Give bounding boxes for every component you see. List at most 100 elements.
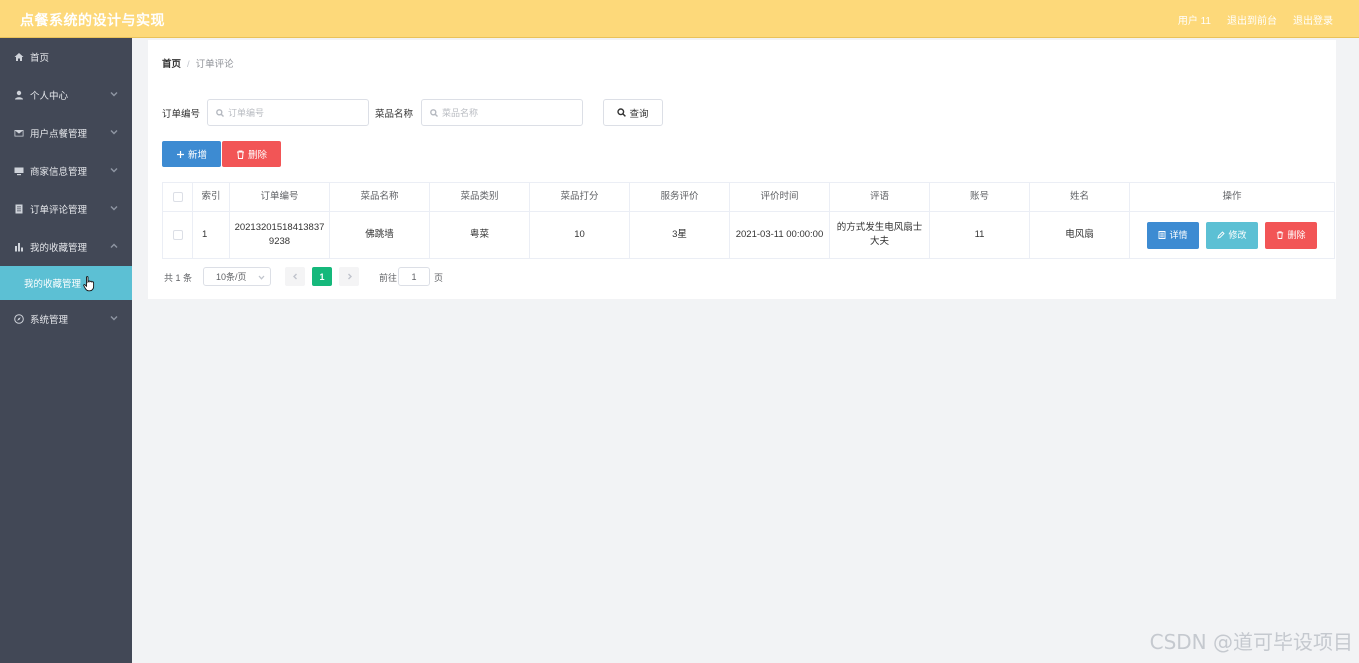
- comment-cell: 的方式发生电风扇士大夫: [830, 212, 930, 258]
- mail-icon: [13, 128, 24, 139]
- back-to-frontend-link[interactable]: 退出到前台: [1227, 12, 1277, 27]
- app-title: 点餐系统的设计与实现: [20, 12, 165, 28]
- compass-icon: [13, 314, 24, 325]
- goto-label: 前往: [379, 273, 398, 283]
- document-icon: [1159, 231, 1166, 239]
- sidebar-subitem-my-favorites[interactable]: 我的收藏管理: [0, 266, 132, 300]
- logout-link[interactable]: 退出登录: [1293, 12, 1333, 27]
- breadcrumb: 首页 / 订单评论: [162, 56, 234, 70]
- sidebar-item-label: 订单评论管理: [30, 205, 88, 216]
- sidebar-item-order-reviews[interactable]: 订单评论管理: [0, 190, 132, 228]
- dish-name-label: 菜品名称: [375, 109, 414, 120]
- delete-button-label: 删除: [1287, 230, 1306, 240]
- chevron-right-icon: [347, 273, 352, 280]
- row-checkbox[interactable]: [172, 230, 183, 240]
- sidebar: 首页 个人中心 用户点餐管理 商家信息管理 订单评论管理 我的收藏管理 我的收藏…: [0, 38, 132, 663]
- next-page-button[interactable]: [339, 267, 359, 286]
- watermark: CSDN @道可毕设项目: [1149, 630, 1353, 654]
- sidebar-item-label: 个人中心: [30, 91, 69, 102]
- chevron-up-icon: [110, 242, 118, 250]
- page-number-current[interactable]: 1: [312, 267, 332, 286]
- page-size-value: 10条/页: [216, 272, 247, 282]
- name-cell: 电风扇: [1030, 212, 1130, 258]
- table-header: 索引 订单编号 菜品名称 菜品类别 菜品打分 服务评价 评价时间 评语 账号 姓…: [163, 183, 1334, 212]
- edit-icon: [1217, 231, 1226, 239]
- header-cell: 菜品名称: [330, 183, 430, 211]
- breadcrumb-home[interactable]: 首页: [162, 59, 181, 70]
- add-button-label: 新增: [187, 150, 207, 161]
- query-button-label: 查询: [629, 108, 649, 120]
- plus-icon: [176, 150, 184, 158]
- table-row: 1 202132015184138379238 佛跳墙 粤菜 10 3星 202…: [163, 212, 1334, 258]
- select-all-checkbox[interactable]: [172, 192, 183, 202]
- header-cell: 服务评价: [630, 183, 730, 211]
- batch-delete-button[interactable]: 删除: [222, 141, 281, 167]
- dish-name-placeholder: 菜品名称: [442, 108, 479, 118]
- total-count: 共 1 条: [164, 273, 193, 283]
- breadcrumb-separator: /: [187, 59, 190, 70]
- trash-icon: [236, 150, 244, 159]
- prev-page-button[interactable]: [285, 267, 305, 286]
- chevron-down-icon: [110, 204, 118, 212]
- detail-button[interactable]: 详情: [1147, 221, 1199, 249]
- main-panel: 首页 / 订单评论 订单编号 订单编号 菜品名称 菜品名称 查询 新增 删除 索引 …: [148, 40, 1336, 299]
- index-cell: 1: [193, 212, 230, 258]
- sidebar-item-my-favorites[interactable]: 我的收藏管理: [0, 228, 132, 266]
- chevron-down-icon: [110, 314, 118, 322]
- sidebar-item-user-orders[interactable]: 用户点餐管理: [0, 114, 132, 152]
- header-cell: 菜品打分: [530, 183, 630, 211]
- edit-button[interactable]: 修改: [1206, 221, 1258, 249]
- operations-cell: 详情 修改 删除: [1130, 212, 1334, 258]
- sidebar-item-system[interactable]: 系统管理: [0, 300, 132, 338]
- top-header: 点餐系统的设计与实现 用户 11 退出到前台 退出登录: [0, 0, 1359, 38]
- order-no-input[interactable]: 订单编号: [207, 99, 369, 126]
- search-icon: [430, 108, 438, 117]
- add-button[interactable]: 新增: [162, 141, 221, 167]
- chevron-down-icon: [110, 166, 118, 174]
- chevron-left-icon: [292, 273, 297, 280]
- sidebar-item-label: 商家信息管理: [30, 167, 88, 178]
- page-size-select[interactable]: 10条/页: [203, 267, 271, 286]
- query-button[interactable]: 查询: [603, 99, 663, 126]
- edit-button-label: 修改: [1228, 230, 1247, 240]
- batch-delete-label: 删除: [247, 150, 267, 161]
- sidebar-item-label: 我的收藏管理: [30, 243, 88, 254]
- header-cell: 订单编号: [230, 183, 330, 211]
- review-time-cell: 2021-03-11 00:00:00: [730, 212, 830, 258]
- document-icon: [13, 204, 24, 215]
- goto-page-input[interactable]: 1: [398, 267, 430, 286]
- user-link[interactable]: 用户 11: [1178, 12, 1211, 27]
- pagination: 共 1 条 10条/页 1 前往 1 页: [164, 267, 564, 286]
- chevron-down-icon: [110, 90, 118, 98]
- dish-name-input[interactable]: 菜品名称: [421, 99, 583, 126]
- row-select-cell: [163, 212, 193, 258]
- sidebar-item-home[interactable]: 首页: [0, 38, 132, 76]
- bar-chart-icon: [13, 242, 24, 253]
- order-no-cell: 202132015184138379238: [230, 212, 330, 258]
- order-no-placeholder: 订单编号: [228, 108, 265, 118]
- header-cell: 菜品类别: [430, 183, 530, 211]
- header-cell: 索引: [193, 183, 230, 211]
- dish-score-cell: 10: [530, 212, 630, 258]
- sidebar-item-label: 首页: [30, 53, 50, 64]
- trash-icon: [1277, 231, 1284, 239]
- account-cell: 11: [930, 212, 1030, 258]
- header-cell: 评价时间: [730, 183, 830, 211]
- sidebar-subitem-label: 我的收藏管理: [24, 279, 82, 290]
- delete-button[interactable]: 删除: [1265, 221, 1317, 249]
- sidebar-item-personal-center[interactable]: 个人中心: [0, 76, 132, 114]
- home-icon: [13, 52, 24, 63]
- header-cell: 账号: [930, 183, 1030, 211]
- monitor-icon: [13, 166, 24, 177]
- search-icon: [617, 108, 627, 117]
- header-cell: 操作: [1222, 191, 1242, 202]
- breadcrumb-current: 订单评论: [195, 59, 234, 70]
- select-all-cell: [163, 183, 193, 211]
- dish-name-cell: 佛跳墙: [330, 212, 430, 258]
- sidebar-item-merchant-info[interactable]: 商家信息管理: [0, 152, 132, 190]
- reviews-table: 索引 订单编号 菜品名称 菜品类别 菜品打分 服务评价 评价时间 评语 账号 姓…: [162, 182, 1335, 259]
- search-icon: [216, 108, 224, 117]
- header-links: 用户 11 退出到前台 退出登录: [1178, 12, 1333, 27]
- dish-category-cell: 粤菜: [430, 212, 530, 258]
- chevron-down-icon: [258, 275, 265, 280]
